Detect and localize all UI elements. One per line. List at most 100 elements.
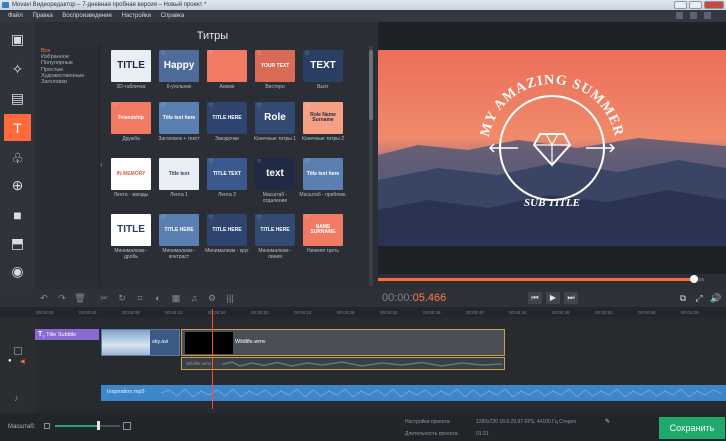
playhead[interactable] xyxy=(212,309,213,409)
stickers-tool-icon[interactable]: ♧ xyxy=(4,145,31,172)
highlight-tool-icon[interactable]: ■ xyxy=(4,201,31,228)
window-title: Movavi Видеоредактор – 7-дневная пробная… xyxy=(12,2,207,8)
filters-tool-icon[interactable]: ✧ xyxy=(4,56,31,83)
record-tool-icon[interactable]: ◉ xyxy=(4,258,31,285)
panel-title: Титры xyxy=(196,30,229,42)
tile-preview-text: Happy xyxy=(163,60,195,71)
timecode-current: 05.466 xyxy=(412,292,447,304)
collapse-arrow-icon[interactable]: ‹ xyxy=(100,160,106,170)
layout-icon-3[interactable] xyxy=(704,12,711,19)
title-preset-tile[interactable]: ♡ TITLE HERE xyxy=(159,214,199,246)
rotate-icon[interactable]: ↻ xyxy=(116,293,128,303)
clip-thumbnail xyxy=(102,330,150,355)
equalizer-icon[interactable]: ||| xyxy=(224,293,236,303)
transitions-tool-icon[interactable]: ▤ xyxy=(4,85,31,112)
clip-sky-label: sky.avi xyxy=(152,339,169,345)
track-toggle-icon[interactable] xyxy=(14,347,22,355)
title-preset-tile[interactable]: ♡ TITLE xyxy=(111,214,151,246)
layout-icon-2[interactable] xyxy=(690,12,697,19)
title-preset-tile[interactable]: ♡ TITLE HERE xyxy=(207,214,247,246)
undo-icon[interactable]: ↶ xyxy=(38,293,50,303)
title-preset-tile[interactable]: ♡ text xyxy=(255,158,295,190)
title-clip-icon-sub: T xyxy=(42,334,45,340)
title-preset-tile[interactable]: ♡ Friendship xyxy=(111,102,151,134)
tool-sidebar: ▣ ✧ ▤ T ♧ ⊕ ■ ⬒ ◉ xyxy=(0,22,35,294)
edit-settings-icon[interactable]: ✎ xyxy=(605,418,610,425)
tile-preview-text: TITLE HERE xyxy=(164,226,194,233)
menu-bar: Файл Правка Воспроизведение Настройки Сп… xyxy=(0,10,726,22)
menu-file[interactable]: Файл xyxy=(8,13,23,19)
title-preset-tile[interactable]: ♡ TITLE HERE xyxy=(207,102,247,134)
zoom-in-icon[interactable] xyxy=(123,422,131,430)
next-frame-button[interactable]: ⏭ xyxy=(564,292,578,304)
delete-icon[interactable]: 🗑 xyxy=(74,293,86,303)
zoom-slider-handle[interactable] xyxy=(97,421,100,430)
preview-seek-progress xyxy=(378,278,694,281)
title-preset-tile[interactable]: ♡ xyxy=(207,50,247,82)
settings-gear-icon[interactable]: ⚙ xyxy=(206,293,218,303)
title-preset-tile[interactable]: ♡ TITLE TEXT xyxy=(207,158,247,190)
color-adjust-icon[interactable]: ◐ xyxy=(152,293,164,303)
title-preset-tile[interactable]: ♡ Title text here xyxy=(159,102,199,134)
title-clip[interactable]: TT Title Subtitle xyxy=(35,329,99,340)
menu-playback[interactable]: Воспроизведение xyxy=(62,13,112,19)
titles-tool-icon[interactable]: T xyxy=(4,114,31,141)
category-headings[interactable]: Заголовки xyxy=(35,79,99,85)
video-clip-wildlife[interactable]: Wildlife.wmv xyxy=(181,329,505,356)
title-preset-tile[interactable]: ♡ YOUR TEXT xyxy=(255,50,295,82)
detach-preview-icon[interactable]: ⧉ xyxy=(677,293,689,303)
tile-preview-text: YOUR TEXT xyxy=(260,62,290,69)
title-preset-tile[interactable]: ♡ TITLE HERE xyxy=(255,214,295,246)
save-button[interactable]: Сохранить xyxy=(659,417,725,439)
volume-icon[interactable]: 🔊 xyxy=(710,293,722,303)
timecode-gray: 00:00: xyxy=(382,292,413,304)
titles-grid: ♡ TITLE 3D-табличка ♡ Happy 6-угольник ♡ Аниме ♡… xyxy=(107,46,357,286)
menu-edit[interactable]: Правка xyxy=(32,13,52,19)
tile-preview-text: Title text xyxy=(168,170,190,177)
cut-icon[interactable]: ✂ xyxy=(98,293,110,303)
video-clip-sky[interactable]: sky.avi xyxy=(101,329,180,356)
title-preset-tile[interactable]: ♡ Title text xyxy=(159,158,199,190)
title-preset-tile[interactable]: ♡ Happy xyxy=(159,50,199,82)
export-tool-icon[interactable]: ⬒ xyxy=(4,230,31,257)
play-button[interactable]: ▶ xyxy=(546,292,560,304)
maximize-button[interactable] xyxy=(689,1,702,9)
title-preset-tile[interactable]: ♡ TITLE xyxy=(111,50,151,82)
tile-preview-text: Role xyxy=(264,112,286,123)
layout-icon[interactable] xyxy=(676,12,683,19)
music-clip[interactable]: Inspiration.mp3 xyxy=(101,385,726,401)
title-preset-tile[interactable]: ♡ Role Name Surname xyxy=(303,102,343,134)
tile-label: Заголовок + текст xyxy=(158,136,200,142)
previous-frame-button[interactable]: ⏮ xyxy=(528,292,542,304)
menu-settings[interactable]: Настройки xyxy=(122,13,151,19)
title-preset-tile[interactable]: ♡ TEXT xyxy=(303,50,343,82)
audio-icon[interactable]: ♫ xyxy=(188,293,200,303)
image-icon[interactable]: ▦ xyxy=(170,293,182,303)
zoom-out-icon[interactable] xyxy=(44,423,50,429)
timeline-ruler[interactable] xyxy=(0,307,726,317)
title-preset-tile[interactable]: ♡ Role xyxy=(255,102,295,134)
ruler-tick-label: 00:00:08 xyxy=(122,310,140,315)
zoom-tool-icon[interactable]: ⊕ xyxy=(4,172,31,199)
status-bar xyxy=(0,413,726,441)
title-preset-tile[interactable]: ♡ Title text here xyxy=(303,158,343,190)
mute-icon[interactable]: ◀ xyxy=(20,358,26,365)
ruler-tick-label: 00:00:20 xyxy=(251,310,269,315)
menu-help[interactable]: Справка xyxy=(161,13,185,19)
close-button[interactable] xyxy=(704,1,724,9)
crop-icon[interactable]: ⌗ xyxy=(134,293,146,303)
fullscreen-icon[interactable]: ⤢ xyxy=(693,293,705,303)
eye-icon[interactable]: ● xyxy=(8,358,14,364)
seek-handle[interactable] xyxy=(690,275,698,283)
redo-icon[interactable]: ↷ xyxy=(56,293,68,303)
audio-clip-wildlife[interactable]: Wildlife.wmv xyxy=(181,357,505,370)
ruler-tick-label: 00:00:44 xyxy=(509,310,527,315)
app-icon xyxy=(2,2,9,8)
title-preset-tile[interactable]: ♡ IN MEMORY xyxy=(111,158,151,190)
import-tool-icon[interactable]: ▣ xyxy=(4,26,31,53)
grid-scroll-thumb[interactable] xyxy=(369,50,373,120)
duration-label: Длительность проекта: xyxy=(405,431,459,437)
title-preset-tile[interactable]: ♡ NAME SURNAME xyxy=(303,214,343,246)
minimize-button[interactable] xyxy=(674,1,687,9)
tile-label: Лента 2 xyxy=(217,192,236,198)
